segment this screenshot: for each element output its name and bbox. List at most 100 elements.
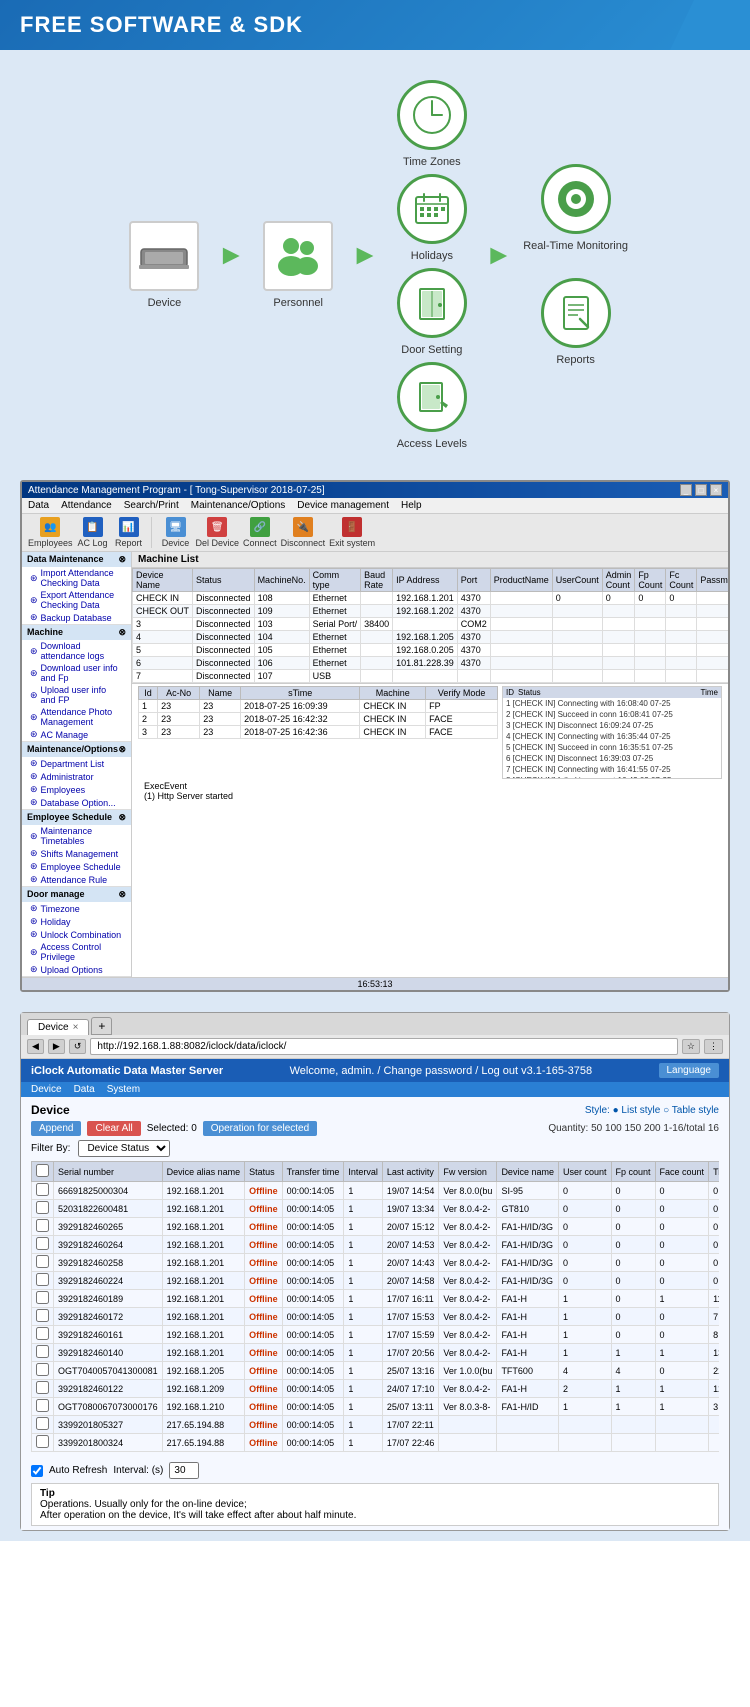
connect-btn[interactable]: 🔗 Connect: [243, 517, 277, 548]
row-checkbox-cell[interactable]: [32, 1344, 54, 1362]
language-btn[interactable]: Language: [659, 1063, 720, 1078]
holiday-item[interactable]: ⊛Holiday: [22, 915, 131, 928]
window-controls[interactable]: _ □ ×: [680, 484, 722, 496]
nav-system[interactable]: System: [107, 1084, 140, 1095]
menu-data[interactable]: Data: [28, 500, 49, 511]
backup-item[interactable]: ⊛Backup Database: [22, 611, 131, 624]
row-checkbox[interactable]: [36, 1327, 49, 1340]
machine-row[interactable]: 7Disconnected107USB3204: [133, 670, 729, 683]
iclock-row[interactable]: 3929182460140192.168.1.201Offline00:00:1…: [32, 1344, 720, 1362]
att-rule-item[interactable]: ⊛Attendance Rule: [22, 873, 131, 886]
menu-device[interactable]: Device management: [297, 500, 389, 511]
door-manage-header[interactable]: Door manage ⊗: [22, 887, 131, 902]
style-toggle[interactable]: Style: ● List style ○ Table style: [585, 1105, 719, 1116]
bookmark-btn[interactable]: ☆: [682, 1039, 700, 1054]
new-tab-btn[interactable]: +: [91, 1017, 112, 1035]
exit-btn[interactable]: 🚪 Exit system: [329, 517, 375, 548]
row-checkbox[interactable]: [36, 1435, 49, 1448]
interval-input[interactable]: [169, 1462, 199, 1479]
row-checkbox[interactable]: [36, 1273, 49, 1286]
iclock-row[interactable]: 3929182460189192.168.1.201Offline00:00:1…: [32, 1290, 720, 1308]
iclock-row[interactable]: 3399201800324217.65.194.88Offline00:00:1…: [32, 1434, 720, 1452]
close-btn[interactable]: ×: [710, 484, 722, 496]
disconnect-btn[interactable]: 🔌 Disconnect: [281, 517, 326, 548]
machine-row[interactable]: CHECK INDisconnected108Ethernet192.168.1…: [133, 592, 729, 605]
iclock-row[interactable]: 52031822600481192.168.1.201Offline00:00:…: [32, 1200, 720, 1218]
row-checkbox-cell[interactable]: [32, 1326, 54, 1344]
log-row[interactable]: 323232018-07-25 16:42:36CHECK INFACE: [139, 726, 498, 739]
report-tab[interactable]: 📊 Report: [113, 517, 145, 548]
address-bar[interactable]: [90, 1038, 678, 1055]
row-checkbox[interactable]: [36, 1237, 49, 1250]
row-checkbox-cell[interactable]: [32, 1416, 54, 1434]
row-checkbox-cell[interactable]: [32, 1290, 54, 1308]
timetables-item[interactable]: ⊛Maintenance Timetables: [22, 825, 131, 847]
row-checkbox[interactable]: [36, 1309, 49, 1322]
row-checkbox[interactable]: [36, 1381, 49, 1394]
import-item[interactable]: ⊛Import Attendance Checking Data: [22, 567, 131, 589]
iclock-row[interactable]: 66691825000304192.168.1.201Offline00:00:…: [32, 1182, 720, 1200]
row-checkbox-cell[interactable]: [32, 1380, 54, 1398]
back-btn[interactable]: ◀: [27, 1039, 44, 1054]
row-checkbox[interactable]: [36, 1291, 49, 1304]
dept-list-item[interactable]: ⊛Department List: [22, 757, 131, 770]
machine-row[interactable]: 3Disconnected103Serial Port/38400COM2: [133, 618, 729, 631]
aclog-tab[interactable]: 📋 AC Log: [77, 517, 109, 548]
menu-searchprint[interactable]: Search/Print: [124, 500, 179, 511]
download-user-item[interactable]: ⊛Download user info and Fp: [22, 662, 131, 684]
row-checkbox-cell[interactable]: [32, 1308, 54, 1326]
operation-btn[interactable]: Operation for selected: [203, 1121, 317, 1136]
maintenance-header[interactable]: Maintenance/Options ⊗: [22, 742, 131, 757]
machine-row[interactable]: CHECK OUTDisconnected109Ethernet192.168.…: [133, 605, 729, 618]
machine-row[interactable]: 6Disconnected106Ethernet101.81.228.39437…: [133, 657, 729, 670]
minimize-btn[interactable]: _: [680, 484, 692, 496]
filter-dropdown[interactable]: Device Status: [78, 1140, 170, 1157]
access-ctrl-item[interactable]: ⊛Access Control Privilege: [22, 941, 131, 963]
upload-user-item[interactable]: ⊛Upload user info and FP: [22, 684, 131, 706]
iclock-row[interactable]: 3929182460265192.168.1.201Offline00:00:1…: [32, 1218, 720, 1236]
settings-btn[interactable]: ⋮: [704, 1039, 723, 1054]
row-checkbox[interactable]: [36, 1183, 49, 1196]
shifts-item[interactable]: ⊛Shifts Management: [22, 847, 131, 860]
employees-item[interactable]: ⊛Employees: [22, 783, 131, 796]
iclock-row[interactable]: 3399201805327217.65.194.88Offline00:00:1…: [32, 1416, 720, 1434]
iclock-row[interactable]: 3929182460122192.168.1.209Offline00:00:1…: [32, 1380, 720, 1398]
menu-help[interactable]: Help: [401, 500, 422, 511]
iclock-row[interactable]: 3929182460161192.168.1.201Offline00:00:1…: [32, 1326, 720, 1344]
maximize-btn[interactable]: □: [695, 484, 707, 496]
menu-attendance[interactable]: Attendance: [61, 500, 112, 511]
device-tab[interactable]: Device ×: [27, 1019, 89, 1035]
auto-refresh-checkbox[interactable]: [31, 1465, 43, 1477]
menu-maintenance[interactable]: Maintenance/Options: [191, 500, 286, 511]
row-checkbox[interactable]: [36, 1399, 49, 1412]
iclock-row[interactable]: OGT7080067073000176192.168.1.210Offline0…: [32, 1398, 720, 1416]
row-checkbox-cell[interactable]: [32, 1362, 54, 1380]
iclock-row[interactable]: OGT7040057041300081192.168.1.205Offline0…: [32, 1362, 720, 1380]
photo-mgmt-item[interactable]: ⊛Attendance Photo Management: [22, 706, 131, 728]
row-checkbox[interactable]: [36, 1219, 49, 1232]
iclock-row[interactable]: 3929182460224192.168.1.201Offline00:00:1…: [32, 1272, 720, 1290]
ac-manage-item[interactable]: ⊛AC Manage: [22, 728, 131, 741]
forward-btn[interactable]: ▶: [48, 1039, 65, 1054]
emp-schedule-item[interactable]: ⊛Employee Schedule: [22, 860, 131, 873]
row-checkbox-cell[interactable]: [32, 1200, 54, 1218]
clear-all-btn[interactable]: Clear All: [87, 1121, 140, 1136]
row-checkbox[interactable]: [36, 1417, 49, 1430]
nav-data[interactable]: Data: [74, 1084, 95, 1095]
row-checkbox-cell[interactable]: [32, 1236, 54, 1254]
iclock-row[interactable]: 3929182460264192.168.1.201Offline00:00:1…: [32, 1236, 720, 1254]
device-btn[interactable]: 🖥 Device: [160, 517, 192, 548]
export-item[interactable]: ⊛Export Attendance Checking Data: [22, 589, 131, 611]
row-checkbox[interactable]: [36, 1363, 49, 1376]
download-logs-item[interactable]: ⊛Download attendance logs: [22, 640, 131, 662]
row-checkbox-cell[interactable]: [32, 1218, 54, 1236]
row-checkbox-cell[interactable]: [32, 1434, 54, 1452]
iclock-row[interactable]: 3929182460258192.168.1.201Offline00:00:1…: [32, 1254, 720, 1272]
row-checkbox[interactable]: [36, 1255, 49, 1268]
nav-device[interactable]: Device: [31, 1084, 62, 1095]
select-all-checkbox[interactable]: [36, 1164, 49, 1177]
upload-opts-item[interactable]: ⊛Upload Options: [22, 963, 131, 976]
admin-item[interactable]: ⊛Administrator: [22, 770, 131, 783]
row-checkbox-cell[interactable]: [32, 1398, 54, 1416]
log-row[interactable]: 123232018-07-25 16:09:39CHECK INFP: [139, 700, 498, 713]
